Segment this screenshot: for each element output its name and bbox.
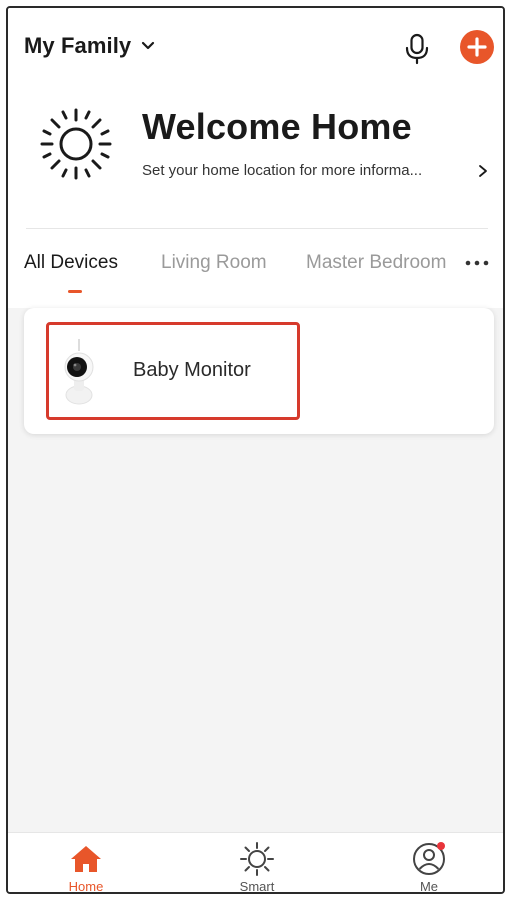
tab-all-devices[interactable]: All Devices: [24, 248, 118, 278]
more-icon[interactable]: [462, 250, 492, 276]
nav-home[interactable]: Home: [41, 839, 131, 894]
divider: [26, 228, 488, 229]
tab-clip: Master Bedroom: [306, 248, 452, 278]
smart-sun-icon: [240, 842, 274, 876]
header: My Family: [8, 8, 503, 88]
nav-home-label: Home: [68, 879, 104, 894]
tab-living-room[interactable]: Living Room: [161, 248, 267, 278]
top-panel: My Family Welcome Home Set your home loc…: [8, 8, 503, 308]
family-selector[interactable]: My Family: [24, 30, 155, 62]
tab-active-indicator: [68, 290, 82, 293]
nav-smart-label: Smart: [239, 879, 275, 894]
bottom-nav: Home Smart Me: [8, 832, 503, 894]
device-name: Baby Monitor: [133, 359, 251, 381]
room-tabs: All Devices Living Room Master Bedroom: [8, 248, 503, 298]
nav-smart[interactable]: Smart: [212, 839, 302, 894]
app-screen: My Family Welcome Home Set your home loc…: [6, 6, 505, 894]
chevron-down-icon: [142, 41, 155, 50]
sun-icon: [40, 108, 112, 180]
welcome-title: Welcome Home: [142, 106, 412, 147]
welcome-subtitle: Set your home location for more informa.…: [142, 162, 423, 179]
add-device-button[interactable]: [460, 30, 494, 64]
home-icon: [71, 846, 101, 872]
plus-icon: [467, 37, 487, 57]
device-item-baby-monitor[interactable]: Baby Monitor: [46, 322, 300, 420]
chevron-right-icon: [479, 165, 487, 177]
tab-master-bedroom[interactable]: Master Bedroom: [306, 248, 446, 278]
notification-dot: [437, 842, 445, 850]
device-list-card: Baby Monitor: [24, 308, 494, 434]
camera-device-icon: [64, 339, 94, 405]
microphone-icon[interactable]: [402, 32, 432, 66]
nav-me-label: Me: [419, 879, 439, 894]
profile-icon: [413, 842, 445, 875]
family-name: My Family: [24, 33, 132, 58]
nav-me[interactable]: Me: [384, 839, 474, 894]
welcome-banner[interactable]: Welcome Home Set your home location for …: [8, 96, 503, 196]
